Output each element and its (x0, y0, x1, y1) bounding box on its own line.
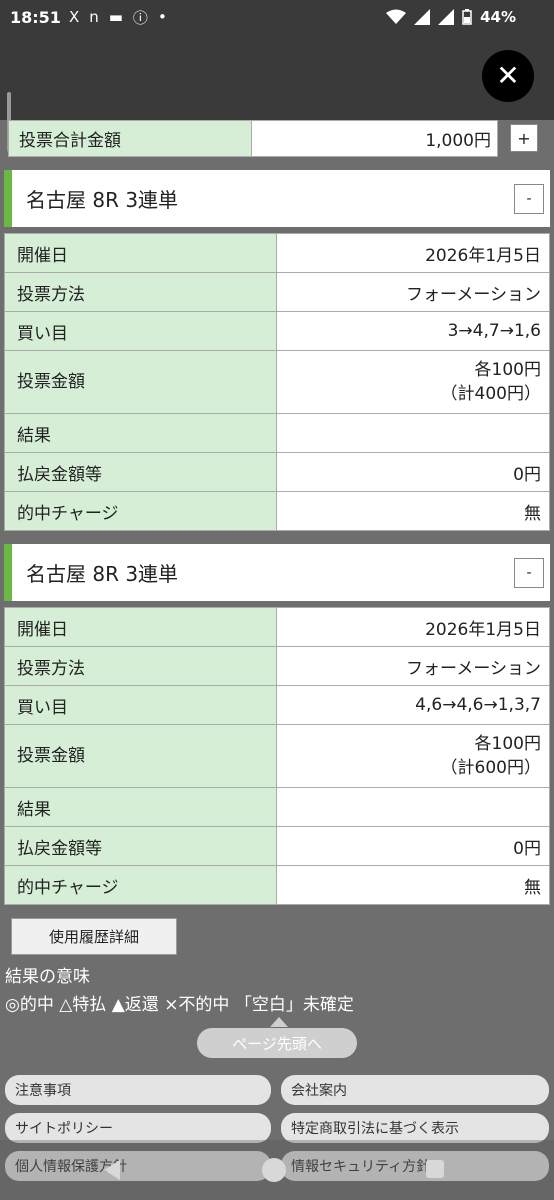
row-label: 買い目 (4, 685, 277, 725)
ticket-header: 名古屋 8R 3連単 - (4, 170, 550, 227)
collapse-button[interactable]: - (514, 558, 544, 588)
row-label: 投票方法 (4, 272, 277, 312)
ticket-card: 名古屋 8R 3連単 - 開催日 2026年1月5日 投票方法 フォーメーション… (4, 170, 550, 531)
arrow-up-icon (270, 1017, 288, 1027)
row-label: 結果 (4, 413, 277, 453)
page-top-button[interactable]: ページ先頭へ (197, 1028, 357, 1058)
status-bar: 18:51 X n ▬ ⓘ • 44% (0, 0, 554, 34)
table-row: 払戻金額等 0円 (4, 452, 550, 492)
row-value (276, 413, 550, 453)
usage-history-detail-button[interactable]: 使用履歴詳細 (11, 918, 177, 955)
table-row: 払戻金額等 0円 (4, 826, 550, 866)
wifi-icon (386, 9, 407, 24)
row-label: 的中チャージ (4, 865, 277, 905)
footer-link-company[interactable]: 会社案内 (281, 1075, 549, 1105)
row-value: 無 (276, 491, 550, 531)
recent-apps-icon[interactable] (426, 1160, 444, 1178)
close-icon: ✕ (496, 59, 520, 92)
row-value: 各100円 （計400円） (276, 350, 550, 414)
row-label: 投票金額 (4, 724, 277, 788)
ticket-header: 名古屋 8R 3連単 - (4, 544, 550, 601)
table-row: 開催日 2026年1月5日 (4, 233, 550, 273)
table-row: 投票方法 フォーメーション (4, 272, 550, 312)
row-value: 0円 (276, 452, 550, 492)
row-label: 開催日 (4, 233, 277, 273)
table-row: 結果 (4, 787, 550, 827)
expand-button[interactable]: + (510, 124, 538, 152)
ticket-details-table: 開催日 2026年1月5日 投票方法 フォーメーション 買い目 4,6→4,6→… (4, 607, 550, 905)
row-label: 払戻金額等 (4, 826, 277, 866)
total-amount-row: 投票合計金額 1,000円 + (8, 120, 554, 157)
row-label: 的中チャージ (4, 491, 277, 531)
table-row: 投票金額 各100円 （計400円） (4, 350, 550, 414)
ticket-title: 名古屋 8R 3連単 (26, 188, 179, 212)
legend-text: ◎的中 △特払 ▲返還 ×不的中 「空白」未確定 (5, 995, 354, 1015)
row-value: 3→4,7→1,6 (276, 311, 550, 351)
n-app-icon: n (89, 8, 99, 26)
close-button[interactable]: ✕ (482, 50, 534, 102)
home-icon[interactable] (262, 1158, 286, 1182)
row-label: 結果 (4, 787, 277, 827)
row-label: 開催日 (4, 607, 277, 647)
table-row: 投票方法 フォーメーション (4, 646, 550, 686)
row-value: 各100円 （計600円） (276, 724, 550, 788)
signal-icon-2 (438, 9, 455, 25)
total-amount-value: 1,000円 (252, 120, 498, 157)
footer-link-site-policy[interactable]: サイトポリシー (5, 1113, 271, 1143)
table-row: 結果 (4, 413, 550, 453)
table-row: 投票金額 各100円 （計600円） (4, 724, 550, 788)
row-label: 投票金額 (4, 350, 277, 414)
row-label: 投票方法 (4, 646, 277, 686)
amount-each: 各100円 (474, 360, 541, 380)
row-value (276, 787, 550, 827)
x-app-icon: X (68, 8, 80, 26)
total-amount-label: 投票合計金額 (8, 120, 252, 157)
amount-total: （計400円） (440, 384, 541, 404)
ticket-card: 名古屋 8R 3連単 - 開催日 2026年1月5日 投票方法 フォーメーション… (4, 544, 550, 905)
signal-icon (414, 9, 431, 25)
collapse-button[interactable]: - (514, 184, 544, 214)
table-row: 買い目 4,6→4,6→1,3,7 (4, 685, 550, 725)
table-row: 的中チャージ 無 (4, 865, 550, 905)
amount-total: （計600円） (440, 758, 541, 778)
row-value: 0円 (276, 826, 550, 866)
modal-top-band (0, 34, 554, 120)
row-value: 無 (276, 865, 550, 905)
table-row: 開催日 2026年1月5日 (4, 607, 550, 647)
footer-link-notes[interactable]: 注意事項 (5, 1075, 271, 1105)
ticket-title: 名古屋 8R 3連単 (26, 562, 179, 586)
ticket-details-table: 開催日 2026年1月5日 投票方法 フォーメーション 買い目 3→4,7→1,… (4, 233, 550, 531)
dot-icon: • (157, 8, 167, 26)
table-row: 買い目 3→4,7→1,6 (4, 311, 550, 351)
legend-title: 結果の意味 (5, 967, 90, 987)
clock: 18:51 (10, 7, 61, 27)
notification-icons: X n ▬ ⓘ • (69, 7, 167, 28)
battery-percent: 44% (480, 8, 516, 26)
row-label: 払戻金額等 (4, 452, 277, 492)
info-icon: ⓘ (132, 8, 148, 27)
message-icon: ▬ (108, 8, 123, 26)
row-value: 4,6→4,6→1,3,7 (276, 685, 550, 725)
footer-link-commerce-law[interactable]: 特定商取引法に基づく表示 (281, 1113, 549, 1143)
table-row: 的中チャージ 無 (4, 491, 550, 531)
row-value: フォーメーション (276, 646, 550, 686)
back-icon[interactable] (104, 1160, 120, 1180)
battery-icon (462, 9, 472, 25)
row-value: フォーメーション (276, 272, 550, 312)
row-label: 買い目 (4, 311, 277, 351)
row-value: 2026年1月5日 (276, 607, 550, 647)
amount-each: 各100円 (474, 734, 541, 754)
row-value: 2026年1月5日 (276, 233, 550, 273)
